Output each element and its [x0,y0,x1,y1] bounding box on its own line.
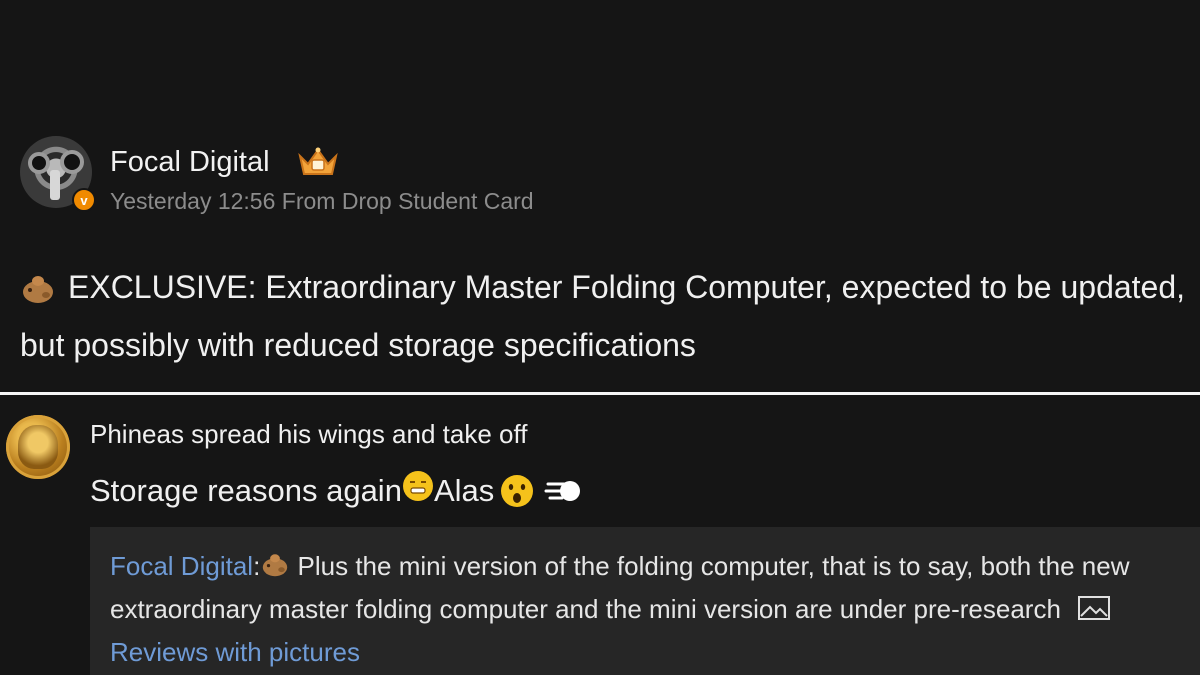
comment-card: Phineas spread his wings and take off St… [0,395,1200,675]
surprised-emoji-icon [501,475,534,507]
weibo-screenshot: v Focal Digital Yesterday 12:56 From Dro… [0,0,1200,675]
grimace-emoji-icon [402,471,433,501]
commenter-name[interactable]: Phineas spread his wings and take off [90,419,527,450]
capybara-emoji-icon [23,276,53,303]
quoted-post-text: Focal Digital: Plus the mini version of … [110,545,1185,674]
dash-emoji-icon [544,481,581,501]
quoted-author-link[interactable]: Focal Digital [110,551,253,581]
post-author-name[interactable]: Focal Digital [110,146,270,179]
quoted-post-box[interactable]: Focal Digital: Plus the mini version of … [90,527,1200,675]
comment-text-part1: Storage reasons again [90,473,402,508]
reviews-with-pictures-link[interactable]: Reviews with pictures [110,637,360,667]
post-meta: Yesterday 12:56 From Drop Student Card [110,188,534,214]
verified-badge-icon: v [72,188,96,212]
post-text: EXCLUSIVE: Extraordinary Master Folding … [20,269,1186,363]
picture-icon [1078,596,1111,620]
commenter-avatar[interactable] [6,415,70,479]
post-author-row: v Focal Digital Yesterday 12:56 From Dro… [20,136,720,214]
crown-icon [298,147,338,175]
comment-text-part2: Alas [433,473,495,508]
post-card: v Focal Digital Yesterday 12:56 From Dro… [0,0,1200,392]
post-body: EXCLUSIVE: Extraordinary Master Folding … [20,258,1190,374]
capybara-emoji-icon [263,554,288,577]
quoted-colon: : [253,551,261,581]
comment-body: Storage reasons again Alas [90,471,582,509]
